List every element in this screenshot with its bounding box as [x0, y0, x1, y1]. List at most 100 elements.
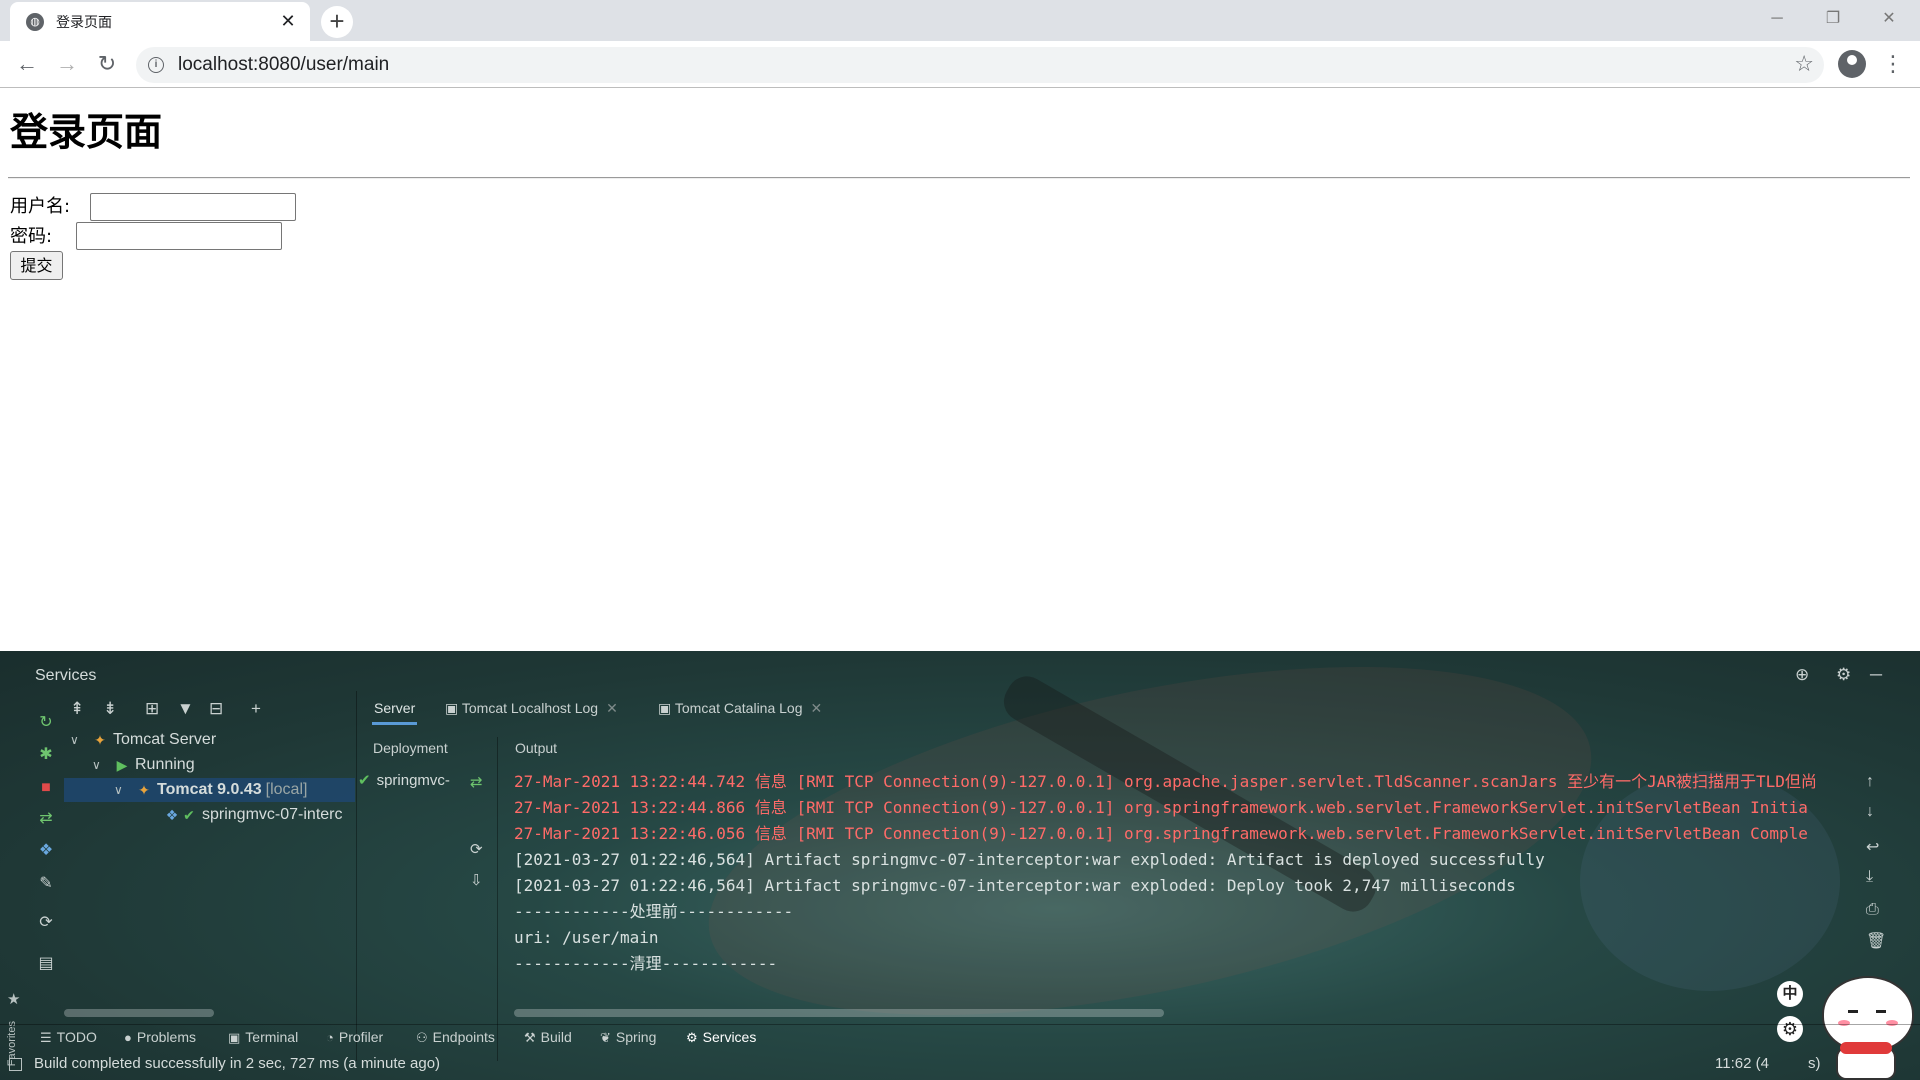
tool-tab-profiler[interactable]: ◔ Profiler	[326, 1029, 383, 1045]
panel-divider	[356, 691, 357, 1061]
divider	[8, 177, 1910, 179]
tab-label: Server	[374, 700, 416, 716]
reload-button[interactable]: ↻	[92, 49, 122, 79]
console-output[interactable]: 27-Mar-2021 13:22:44.742 信息 [RMI TCP Con…	[514, 769, 1854, 989]
deploy-icon[interactable]: ⇄	[36, 809, 56, 829]
tool-tab-terminal[interactable]: ▣ Terminal	[228, 1029, 298, 1046]
tool-tab-todo[interactable]: ☰ TODO	[40, 1029, 97, 1046]
tree-item-label: Tomcat Server	[113, 731, 217, 748]
collapse-all-icon[interactable]: ⇟	[103, 699, 117, 719]
tomcat-icon: ✦	[94, 731, 106, 748]
ide-services-panel: Services ⊕ ⚙ ─ Favorites ★ ↻ ✱ ■ ⇄ ❖ ✎ ⟳…	[0, 651, 1920, 1080]
page-title: 登录页面	[10, 110, 163, 154]
status-message: Build completed successfully in 2 sec, 7…	[34, 1055, 441, 1072]
tool-tab-services[interactable]: ⚙ Services	[686, 1029, 756, 1046]
print-icon[interactable]: ⎙	[1866, 901, 1879, 919]
profiler-icon: ◔	[326, 1030, 334, 1045]
tree-item-tomcat-server[interactable]: ∨ ✦ Tomcat Server	[70, 728, 216, 752]
profile-avatar-icon[interactable]	[1838, 50, 1866, 78]
cursor-position[interactable]: 11:62 (4	[1715, 1055, 1769, 1072]
add-service-icon[interactable]: +	[251, 699, 261, 719]
hide-panel-icon[interactable]: ─	[1870, 665, 1882, 685]
scroll-to-end-icon[interactable]: ⤓	[1866, 868, 1873, 886]
tab-close-icon[interactable]: ✕	[278, 11, 298, 32]
wrench-icon[interactable]: ✎	[36, 874, 56, 894]
submit-button[interactable]: 提交	[10, 251, 63, 280]
arrow-down-icon[interactable]: ↓	[1866, 803, 1874, 821]
rerun-icon[interactable]: ↻	[36, 713, 56, 733]
filter-icon[interactable]: ▼	[177, 699, 194, 719]
tool-window-bar: ☰ TODO ● Problems ▣ Terminal ◔ Profiler ⚇ Endpoin…	[0, 1024, 1920, 1050]
crosshair-icon[interactable]: ⊕	[1795, 665, 1809, 685]
url-text[interactable]: localhost:8080/user/main	[178, 54, 389, 76]
panel-title: Services	[35, 667, 97, 684]
deploy-icon[interactable]: ⇄	[470, 773, 483, 791]
browser-tab[interactable]: ◍ 登录页面 ✕	[10, 2, 310, 41]
tool-tab-label: Terminal	[245, 1029, 299, 1045]
globe-icon: ◍	[26, 12, 44, 31]
group-icon[interactable]: ⊞	[145, 699, 159, 719]
minimize-button[interactable]: ─	[1754, 4, 1800, 34]
browser-menu-icon[interactable]: ⋮	[1882, 50, 1904, 78]
address-bar[interactable]: i localhost:8080/user/main ☆	[136, 47, 1824, 83]
arrow-up-icon[interactable]: ↑	[1866, 773, 1874, 791]
output-scrollbar[interactable]	[514, 1009, 1164, 1017]
site-info-icon[interactable]: i	[148, 57, 164, 73]
tree-scrollbar[interactable]	[64, 1009, 214, 1017]
status-checkbox-icon[interactable]	[9, 1058, 22, 1071]
new-tab-icon[interactable]: ⊟	[209, 699, 223, 719]
tree-item-artifact[interactable]: ❖ ✔ springmvc-07-interc	[162, 803, 355, 827]
tab-tomcat-localhost-log[interactable]: ▣ Tomcat Localhost Log ✕	[445, 695, 618, 725]
tool-tab-endpoints[interactable]: ⚇ Endpoints	[416, 1029, 495, 1046]
expand-all-icon[interactable]: ⇞	[70, 699, 84, 719]
download-icon[interactable]: ⇩	[470, 871, 483, 889]
tool-tab-label: Services	[702, 1029, 757, 1045]
tool-tab-problems[interactable]: ● Problems	[124, 1029, 196, 1045]
tool-tab-label: Problems	[136, 1029, 196, 1045]
output-header: Output	[515, 740, 558, 756]
browser-toolbar: ← → ↻ i localhost:8080/user/main ☆	[0, 41, 1920, 88]
restore-button[interactable]: ❐	[1810, 4, 1856, 34]
new-tab-button[interactable]: +	[321, 6, 353, 38]
forward-button[interactable]: →	[52, 49, 82, 79]
ime-indicator[interactable]: 中	[1777, 981, 1803, 1007]
stop-icon[interactable]: ■	[36, 778, 56, 798]
gear-icon[interactable]: ⚙	[1836, 665, 1851, 685]
debug-icon[interactable]: ✱	[36, 745, 56, 765]
browser-tabstrip: ◍ 登录页面 ✕ + ─ ❐ ✕	[0, 0, 1920, 41]
status-bar: Build completed successfully in 2 sec, 7…	[0, 1050, 1920, 1080]
services-toolbar-vertical: ↻ ✱ ■ ⇄ ❖ ✎ ⟳ ▤	[30, 691, 62, 1031]
close-icon[interactable]: ✕	[606, 700, 618, 716]
tomcat-icon: ✦	[138, 781, 150, 798]
tool-tab-spring[interactable]: ❦ Spring	[600, 1029, 656, 1046]
refresh-icon[interactable]: ⟳	[36, 913, 56, 933]
spring-icon: ❦	[600, 1030, 611, 1045]
console-icon: ▣	[658, 700, 675, 716]
window-close-button[interactable]: ✕	[1866, 4, 1912, 34]
artifact-icon[interactable]: ❖	[36, 841, 56, 861]
tree-item-running[interactable]: ∨ ▶ Running	[92, 753, 195, 777]
username-input[interactable]	[90, 193, 296, 221]
layout-icon[interactable]: ▤	[36, 954, 56, 974]
console-line: 27-Mar-2021 13:22:44.742 信息 [RMI TCP Con…	[514, 772, 1817, 791]
tab-tomcat-catalina-log[interactable]: ▣ Tomcat Catalina Log ✕	[658, 695, 822, 725]
deployment-item[interactable]: ✔ springmvc-	[358, 771, 450, 789]
tool-tab-build[interactable]: ⚒ Build	[524, 1029, 572, 1046]
trash-icon[interactable]: 🗑	[1866, 931, 1886, 951]
status-suffix: s)	[1808, 1055, 1821, 1072]
tab-server[interactable]: Server	[372, 695, 418, 725]
console-line: ------------处理前------------	[514, 902, 794, 921]
run-icon: ▶	[116, 756, 128, 773]
close-icon[interactable]: ✕	[811, 700, 823, 716]
favorites-star-icon[interactable]: ★	[7, 990, 20, 1008]
chevron-down-icon[interactable]: ∨	[92, 758, 112, 772]
chevron-down-icon[interactable]: ∨	[114, 783, 134, 797]
refresh-icon[interactable]: ⟳	[470, 840, 483, 858]
back-button[interactable]: ←	[12, 49, 42, 79]
panel-divider	[497, 737, 498, 1061]
bookmark-star-icon[interactable]: ☆	[1794, 51, 1814, 77]
tree-item-tomcat-instance[interactable]: ∨ ✦ Tomcat 9.0.43 [local]	[64, 778, 355, 802]
soft-wrap-icon[interactable]: ↩	[1866, 837, 1879, 857]
password-input[interactable]	[76, 222, 282, 250]
chevron-down-icon[interactable]: ∨	[70, 733, 90, 747]
